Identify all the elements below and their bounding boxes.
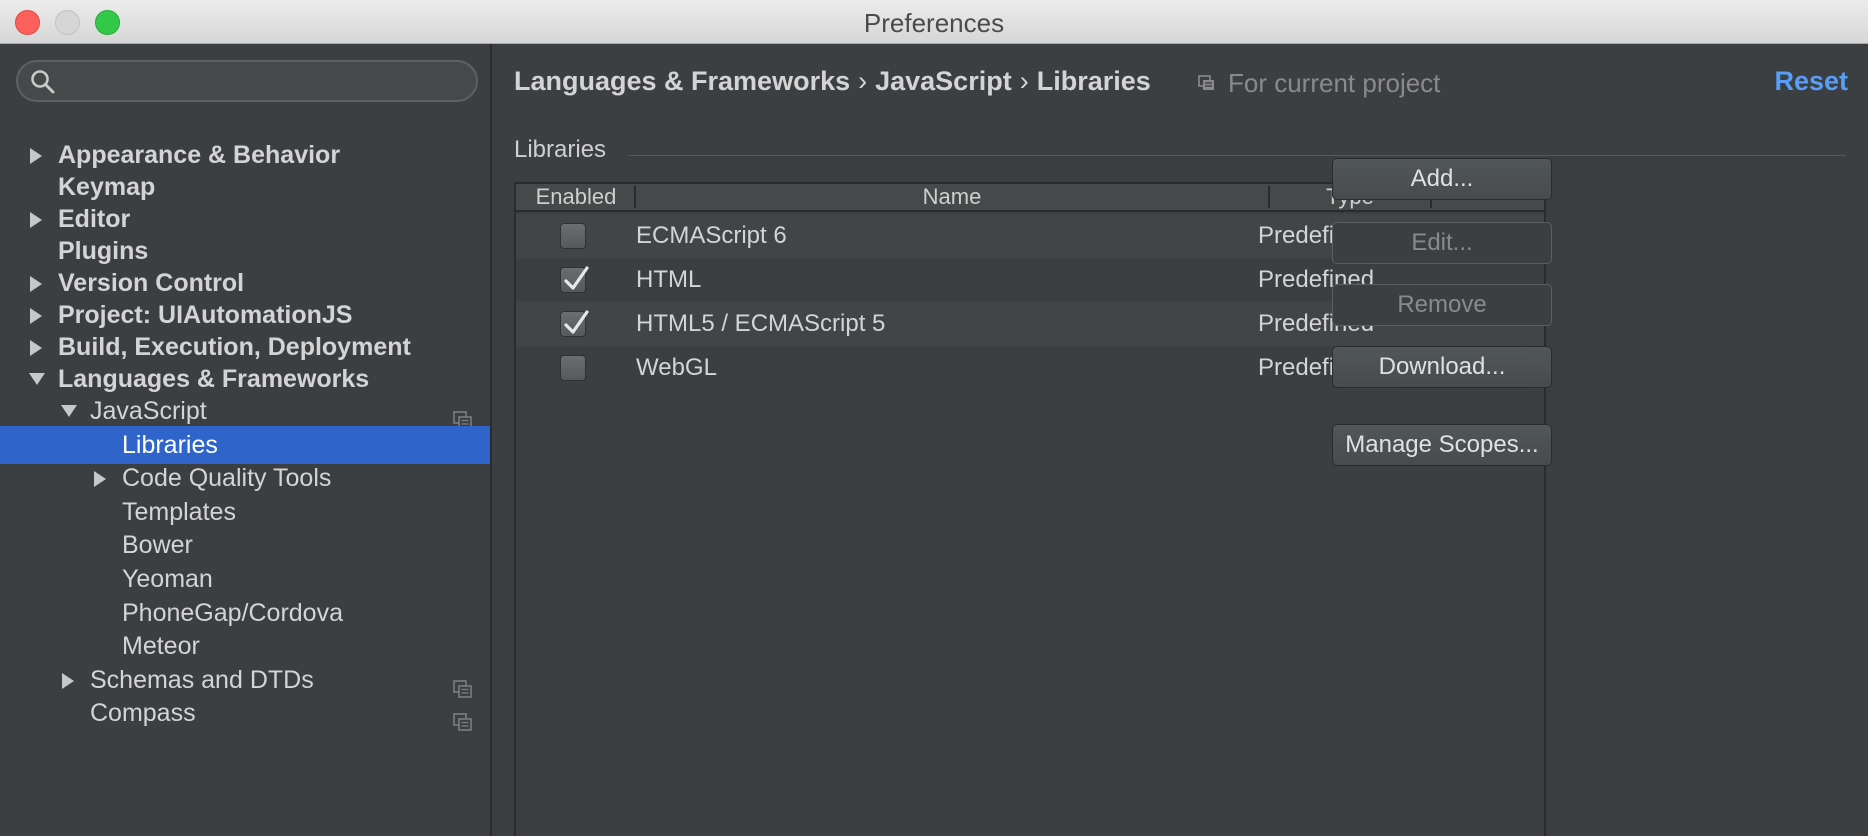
- sidebar-item[interactable]: Schemas and DTDs: [0, 661, 490, 699]
- library-name-cell: WebGL: [636, 354, 717, 381]
- checkmark-icon: [564, 266, 589, 290]
- project-scope-icon: [1198, 75, 1216, 91]
- add-button[interactable]: Add...: [1332, 158, 1552, 200]
- sidebar-item-label: Code Quality Tools: [122, 464, 332, 493]
- reset-link[interactable]: Reset: [1774, 66, 1848, 97]
- sidebar-item[interactable]: Compass: [0, 694, 490, 732]
- sidebar-item[interactable]: Templates: [0, 493, 490, 531]
- enabled-checkbox[interactable]: [560, 355, 586, 381]
- section-title: Libraries: [514, 136, 607, 163]
- sidebar-item[interactable]: Libraries: [0, 425, 490, 464]
- library-name-cell: HTML5 / ECMAScript 5: [636, 310, 886, 337]
- settings-sidebar: Appearance & Behavior Keymap Editor Plugins…: [0, 44, 492, 836]
- breadcrumb-separator: ›: [1019, 66, 1029, 96]
- download-button[interactable]: Download...: [1332, 346, 1552, 388]
- project-scope-icon: [453, 704, 473, 732]
- manage-scopes-button[interactable]: Manage Scopes...: [1332, 424, 1552, 466]
- edit-button[interactable]: Edit...: [1332, 222, 1552, 264]
- sidebar-item-label: Bower: [122, 531, 193, 560]
- breadcrumb-item: Libraries: [1036, 66, 1151, 96]
- library-name-cell: ECMAScript 6: [636, 222, 787, 249]
- expanded-arrow-icon[interactable]: [60, 392, 80, 430]
- library-name-cell: HTML: [636, 266, 702, 293]
- remove-button[interactable]: Remove: [1332, 284, 1552, 326]
- breadcrumb: Languages & Frameworks › JavaScript › Librar…: [514, 66, 1151, 97]
- breadcrumb-item: JavaScript: [875, 66, 1012, 96]
- sidebar-item[interactable]: PhoneGap/Cordova: [0, 594, 490, 632]
- sidebar-item-label: Yeoman: [122, 565, 213, 593]
- window-title: Preferences: [863, 8, 1005, 38]
- project-scope-icon: [453, 402, 473, 429]
- sidebar-item[interactable]: Code Quality Tools: [0, 459, 490, 497]
- column-header-enabled[interactable]: Enabled: [516, 184, 636, 210]
- sidebar-item[interactable]: JavaScript: [0, 392, 490, 430]
- sidebar-item[interactable]: Meteor: [0, 627, 490, 665]
- sidebar-item-label: JavaScript: [90, 397, 207, 425]
- checkmark-icon: [564, 310, 589, 334]
- breadcrumb-separator: ›: [858, 66, 868, 96]
- collapsed-arrow-icon[interactable]: [60, 661, 80, 699]
- section-divider: [628, 155, 1846, 156]
- sidebar-item-label: Schemas and DTDs: [90, 665, 314, 694]
- collapsed-arrow-icon[interactable]: [92, 459, 112, 497]
- enabled-checkbox[interactable]: [560, 266, 589, 293]
- breadcrumb-item: Languages & Frameworks: [514, 66, 851, 96]
- libraries-settings-panel: Languages & Frameworks › JavaScript › Librar…: [494, 44, 1868, 836]
- enabled-checkbox[interactable]: [560, 223, 586, 249]
- sidebar-item[interactable]: Bower: [0, 526, 490, 564]
- title-bar: Preferences: [0, 0, 1868, 44]
- project-scope-icon: [453, 671, 473, 698]
- sidebar-item[interactable]: Yeoman: [0, 560, 490, 598]
- search-icon: [30, 69, 56, 95]
- libraries-table[interactable]: Enabled Name Type ECMAScript 6Predefined…: [514, 182, 1546, 836]
- sidebar-item-label: Templates: [122, 497, 236, 526]
- scope-label: For current project: [1228, 68, 1441, 98]
- sidebar-item-label: Meteor: [122, 632, 200, 661]
- sidebar-item-label: Compass: [90, 699, 196, 728]
- sidebar-item-label: Libraries: [122, 430, 218, 459]
- search-input[interactable]: [16, 60, 478, 102]
- sidebar-item-label: PhoneGap/Cordova: [122, 598, 343, 627]
- column-header-name[interactable]: Name: [636, 184, 1268, 210]
- enabled-checkbox[interactable]: [560, 310, 589, 337]
